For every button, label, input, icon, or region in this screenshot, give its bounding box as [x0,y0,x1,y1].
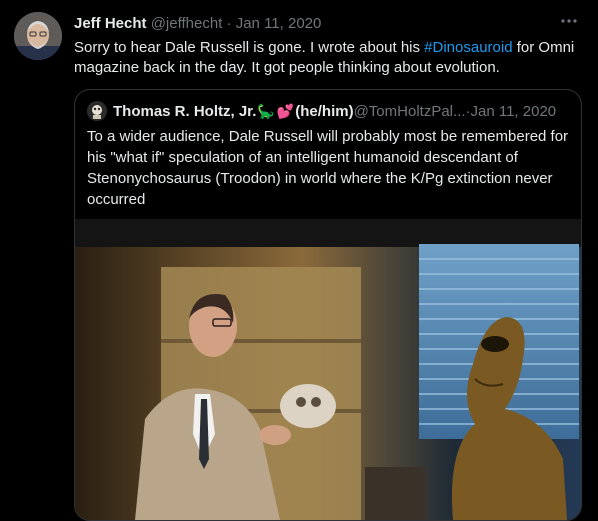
quoted-author-name[interactable]: Thomas R. Holtz, Jr. [113,103,256,120]
quoted-text: To a wider audience, Dale Russell will p… [87,128,569,208]
quoted-tweet[interactable]: Thomas R. Holtz, Jr. 🦕 💕 (he/him) @TomHo… [74,89,582,521]
quoted-date[interactable]: Jan 11, 2020 [471,103,557,120]
quoted-author-avatar[interactable] [87,101,107,121]
separator-dot: · [226,15,232,32]
tweet-text-before: Sorry to hear Dale Russell is gone. I wr… [74,39,425,56]
quoted-media-image[interactable] [75,219,581,520]
more-options-icon[interactable] [554,12,584,34]
hashtag-link[interactable]: #Dinosauroid [424,39,512,56]
quoted-handle[interactable]: @TomHoltzPal... [354,103,466,120]
dinosaur-emoji: 🦕 [257,102,275,119]
quoted-pronouns: (he/him) [295,102,354,120]
quoted-tweet-header: Thomas R. Holtz, Jr. 🦕 💕 (he/him) @TomHo… [87,100,571,122]
author-name[interactable]: Jeff Hecht [74,15,147,32]
tweet[interactable]: Jeff Hecht @jeffhecht · Jan 11, 2020 Sor… [0,0,598,521]
hearts-emoji: 💕 [276,102,295,119]
tweet-header: Jeff Hecht @jeffhecht · Jan 11, 2020 [74,15,582,35]
tweet-date[interactable]: Jan 11, 2020 [236,15,322,32]
tweet-text: Sorry to hear Dale Russell is gone. I wr… [74,38,582,78]
author-avatar[interactable] [14,12,62,60]
author-handle[interactable]: @jeffhecht [151,15,223,32]
